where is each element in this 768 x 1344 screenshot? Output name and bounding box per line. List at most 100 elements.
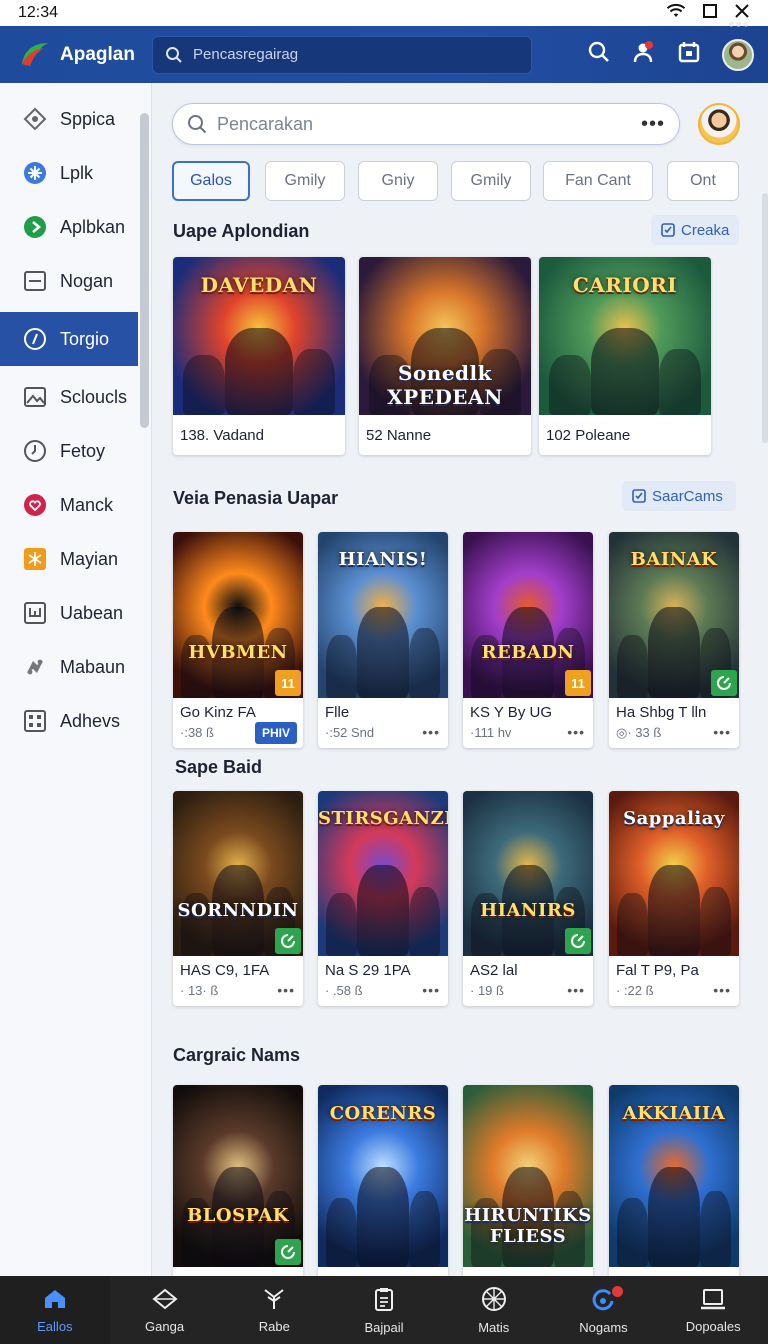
- sidebar-item-manck[interactable]: Manck: [0, 478, 138, 532]
- game-cover-art[interactable]: HIANIRS: [463, 791, 593, 956]
- sidebar-item-nogan[interactable]: Nogan: [0, 254, 138, 308]
- game-cover-art[interactable]: SORNNDIN: [173, 791, 303, 956]
- sidebar-item-fetoy[interactable]: Fetoy: [0, 424, 138, 478]
- app-logo-icon[interactable]: [18, 38, 52, 72]
- sidebar-scrollbar[interactable]: [140, 113, 149, 428]
- card-more-icon[interactable]: •••: [713, 982, 731, 998]
- game-card[interactable]: HIANIRS AS2 lal · 19 ß •••: [463, 791, 593, 1006]
- image-icon: [22, 384, 48, 410]
- search-button-icon[interactable]: [588, 41, 610, 68]
- sidebar-item-adhevs[interactable]: Adhevs: [0, 694, 138, 748]
- download-badge-icon[interactable]: [565, 928, 591, 954]
- game-card[interactable]: STIRSGANZE Na S 29 1PA · .58 ß •••: [318, 791, 448, 1006]
- card-more-icon[interactable]: •••: [277, 982, 295, 998]
- game-card[interactable]: REBADN 11 KS Y By UG ·111 hv •••: [463, 532, 593, 748]
- sidebar-item-scloucls[interactable]: Scloucls: [0, 370, 138, 424]
- game-cover-art[interactable]: BAINAK: [609, 532, 739, 698]
- search-cams-button[interactable]: SaarCams: [622, 481, 736, 511]
- game-card[interactable]: DAVEDAN 138. Vadand: [173, 257, 345, 455]
- cover-title-text: BLOSPAK: [187, 1205, 289, 1227]
- sidebar-item-torgio[interactable]: Torgio: [0, 312, 138, 366]
- download-badge-icon[interactable]: [275, 1239, 301, 1265]
- game-card[interactable]: Sappaliay Fal T P9, Pa · :22 ß •••: [609, 791, 739, 1006]
- filter-chip[interactable]: Fan Cant: [543, 161, 653, 201]
- search-cams-label: SaarCams: [652, 487, 723, 505]
- game-cover-art[interactable]: DAVEDAN: [173, 257, 345, 415]
- nav-item-matis[interactable]: Matis: [439, 1276, 549, 1344]
- download-badge-icon[interactable]: [711, 670, 737, 696]
- diamond-icon: [22, 106, 48, 132]
- nav-item-label: Matis: [478, 1319, 510, 1335]
- create-button[interactable]: Creaka: [651, 215, 740, 245]
- game-card[interactable]: HIANIS! Flle ·:52 Snd •••: [318, 532, 448, 748]
- nav-item-dopoales[interactable]: Dopoales: [658, 1276, 768, 1344]
- sidebar-item-mabaun[interactable]: Mabaun: [0, 640, 138, 694]
- game-cover-art[interactable]: STIRSGANZE: [318, 791, 448, 956]
- game-card-title: 138. Vadand: [180, 427, 264, 444]
- filter-chip[interactable]: Gmily: [265, 161, 345, 201]
- play-arrow-icon: [22, 214, 48, 240]
- game-cover-art[interactable]: HVBMEN 11: [173, 532, 303, 698]
- game-card[interactable]: BLOSPAK: [173, 1085, 303, 1276]
- game-cover-art[interactable]: CORENRS: [318, 1085, 448, 1267]
- sidebar-item-aplbkan[interactable]: Aplbkan: [0, 200, 138, 254]
- home-icon: [43, 1287, 67, 1314]
- filter-chip[interactable]: Gmily: [451, 161, 531, 201]
- top-search-bar[interactable]: [152, 35, 532, 74]
- game-card[interactable]: CORENRS: [318, 1085, 448, 1276]
- nav-item-nogams[interactable]: Nogams: [549, 1276, 659, 1344]
- game-cover-art[interactable]: BLOSPAK: [173, 1085, 303, 1267]
- game-card[interactable]: Sonedlk XPEDEAN 52 Nanne: [359, 257, 531, 455]
- top-search-input[interactable]: [193, 46, 513, 63]
- game-cover-art[interactable]: AKKIAIIA: [609, 1085, 739, 1267]
- nav-item-eallos[interactable]: Eallos: [0, 1276, 110, 1344]
- content-search-bar[interactable]: •••: [172, 103, 680, 145]
- content-scrollbar[interactable]: [762, 193, 768, 443]
- card-more-icon[interactable]: •••: [422, 982, 440, 998]
- game-card[interactable]: CARIORI 102 Poleane: [539, 257, 711, 455]
- game-cover-art[interactable]: Sappaliay: [609, 791, 739, 956]
- game-card-title: Na S 29 1PA: [325, 962, 411, 979]
- game-cover-art[interactable]: HIRUNTIKS FLIESS: [463, 1085, 593, 1267]
- sidebar-item-label: Mayian: [60, 548, 119, 569]
- game-card[interactable]: AKKIAIIA: [609, 1085, 739, 1276]
- card-more-icon[interactable]: •••: [567, 724, 585, 740]
- game-card[interactable]: BAINAK Ha Shbg T lln ◎· 33 ß •••: [609, 532, 739, 748]
- filter-chip[interactable]: Gniy: [358, 161, 438, 201]
- game-cover-art[interactable]: CARIORI: [539, 257, 711, 415]
- game-card[interactable]: SORNNDIN HAS C9, 1FA · 13· ß •••: [173, 791, 303, 1006]
- card-more-icon[interactable]: •••: [567, 982, 585, 998]
- filter-chip[interactable]: Galos: [172, 161, 250, 201]
- game-card[interactable]: HIRUNTIKS FLIESS: [463, 1085, 593, 1276]
- side-figure: [616, 634, 648, 698]
- maximize-icon[interactable]: [702, 3, 718, 24]
- sidebar-item-uabean[interactable]: Uabean: [0, 586, 138, 640]
- sidebar-item-lplk[interactable]: Lplk: [0, 146, 138, 200]
- laptop-icon: [699, 1287, 727, 1314]
- card-more-icon[interactable]: •••: [713, 724, 731, 740]
- cover-title-text: HIANIRS: [480, 899, 576, 921]
- more-menu-icon[interactable]: •••: [728, 14, 750, 35]
- sidebar-item-mayian[interactable]: Mayian: [0, 532, 138, 586]
- game-cover-art[interactable]: REBADN 11: [463, 532, 593, 698]
- game-card[interactable]: HVBMEN 11 Go Kinz FA ·:38 ß PHIV: [173, 532, 303, 748]
- rating-badge: 11: [275, 670, 301, 696]
- filter-chip[interactable]: Ont: [667, 161, 739, 201]
- game-cover-art[interactable]: Sonedlk XPEDEAN: [359, 257, 531, 415]
- nav-item-label: Ganga: [145, 1318, 185, 1334]
- game-cover-art[interactable]: HIANIS!: [318, 532, 448, 698]
- nav-item-bajpail[interactable]: Bajpail: [329, 1276, 439, 1344]
- more-options-icon[interactable]: •••: [641, 113, 665, 136]
- cover-title-text: CARIORI: [572, 272, 678, 297]
- calendar-icon[interactable]: [678, 41, 700, 68]
- download-badge-icon[interactable]: [275, 928, 301, 954]
- nav-item-ganga[interactable]: Ganga: [110, 1276, 220, 1344]
- profile-avatar[interactable]: [722, 38, 754, 71]
- card-more-icon[interactable]: •••: [422, 724, 440, 740]
- nav-item-rabe[interactable]: Rabe: [219, 1276, 329, 1344]
- side-figure: [409, 628, 441, 698]
- content-search-input[interactable]: [217, 113, 637, 135]
- content-avatar[interactable]: [698, 103, 740, 145]
- sidebar-item-sppica[interactable]: Sppica: [0, 92, 138, 146]
- user-alert-icon[interactable]: [632, 40, 656, 69]
